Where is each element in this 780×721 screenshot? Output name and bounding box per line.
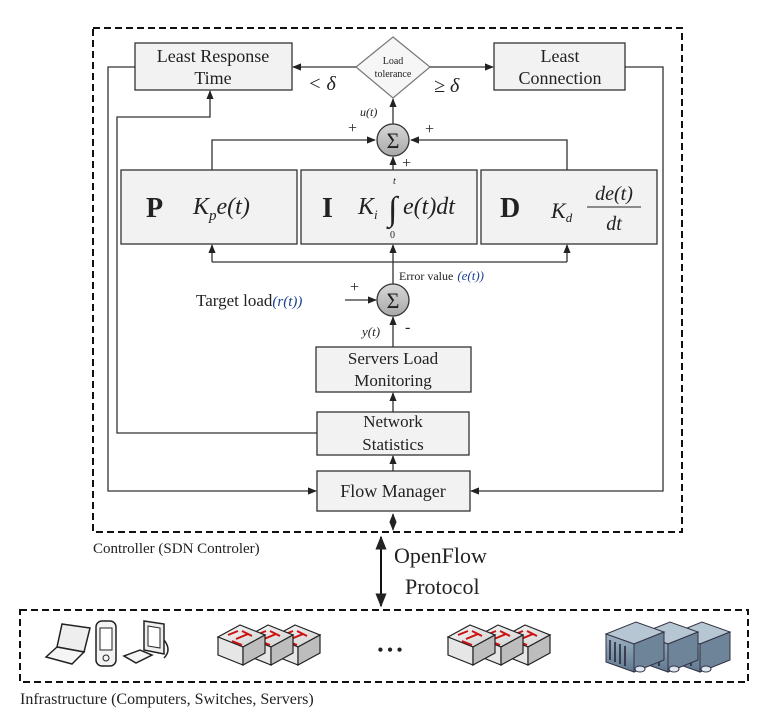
sum-symbol: Σ — [387, 288, 400, 313]
least-response-time-box[interactable]: Least Response Time — [134, 42, 293, 91]
switch-group-1 — [217, 624, 321, 666]
error-symbol: (e(t)) — [457, 268, 484, 283]
y-t-label: y(t) — [360, 324, 380, 339]
target-symbol: (r(t)) — [272, 294, 302, 310]
ns-line2: Statistics — [362, 435, 423, 454]
integral-lower: 0 — [390, 230, 395, 241]
p-to-sum-line — [211, 136, 376, 170]
load-tolerance-line2: tolerance — [375, 69, 412, 80]
switch-group-2 — [447, 624, 551, 666]
flow-manager-box[interactable]: Flow Manager — [316, 470, 471, 512]
flow-manager-label: Flow Manager — [340, 481, 445, 501]
ki-tail: e(t)dt — [403, 194, 456, 220]
svg-text:Kpe(t): Kpe(t) — [192, 194, 250, 224]
kp-tail: e(t) — [217, 194, 250, 220]
lc-line2: Connection — [519, 68, 602, 88]
infrastructure-label: Infrastructure (Computers, Switches, Ser… — [20, 691, 314, 708]
lrt-to-fm-line — [107, 66, 317, 495]
plus-sign: + — [350, 279, 359, 296]
target-load-text: Target load — [196, 291, 273, 310]
ki-sub: i — [374, 207, 378, 222]
load-tolerance-line1: Load — [383, 56, 404, 67]
kd-numerator: de(t) — [595, 183, 633, 205]
controller-boundary — [92, 27, 683, 533]
u-t-label: u(t) — [360, 105, 377, 119]
sum-symbol: Σ — [387, 128, 400, 153]
p-letter: P — [146, 193, 163, 224]
integral-upper: t — [393, 176, 396, 187]
openflow-label: OpenFlow — [394, 543, 487, 568]
slm-line1: Servers Load — [348, 349, 439, 368]
i-letter: I — [322, 193, 333, 224]
ellipsis: • • • — [378, 642, 403, 659]
plus-sign: + — [425, 121, 434, 138]
target-load-label: Target load(r(t)) — [196, 291, 302, 310]
controller-label: Controller (SDN Controler) — [93, 541, 260, 557]
p-block[interactable]: P Kpe(t) — [120, 169, 298, 245]
load-tolerance-decision[interactable]: Load tolerance — [355, 36, 431, 99]
slm-line2: Monitoring — [354, 371, 432, 390]
minus-sign: - — [405, 319, 410, 336]
lrt-line1: Least Response — [157, 46, 269, 66]
kd-denominator: dt — [606, 213, 622, 235]
server-group — [605, 621, 731, 673]
error-value-text: Error value — [399, 269, 453, 283]
kd-sub: d — [566, 210, 573, 225]
sum-junction-output: Σ — [376, 123, 410, 157]
error-value-label: Error value (e(t)) — [399, 268, 484, 283]
servers-load-monitoring-box[interactable]: Servers Load Monitoring — [315, 346, 472, 393]
d-block[interactable]: D Kd de(t) dt — [480, 169, 658, 245]
ns-line1: Network — [363, 412, 423, 431]
pda-icon — [95, 620, 117, 667]
network-statistics-box[interactable]: Network Statistics — [316, 411, 470, 456]
d-letter: D — [500, 193, 520, 224]
less-than-delta-label: < δ — [308, 73, 336, 95]
lrt-line2: Time — [194, 68, 231, 88]
sdn-pid-diagram: Least Response Time Load tolerance Least… — [19, 27, 749, 708]
desktop-icon — [122, 620, 169, 664]
i-block[interactable]: I Ki ∫ t 0 e(t)dt — [300, 169, 478, 245]
kd-k: K — [550, 198, 567, 223]
lc-to-fm-line — [470, 66, 664, 495]
d-to-sum-line — [410, 136, 568, 170]
least-connection-box[interactable]: Least Connection — [493, 42, 626, 91]
plus-sign: + — [348, 120, 357, 137]
laptop-icon — [44, 623, 91, 665]
greater-equal-delta-label: ≥ δ — [434, 75, 460, 97]
sum-junction-error: Σ — [376, 283, 410, 317]
protocol-label: Protocol — [405, 574, 480, 599]
lc-line1: Least — [541, 46, 580, 66]
